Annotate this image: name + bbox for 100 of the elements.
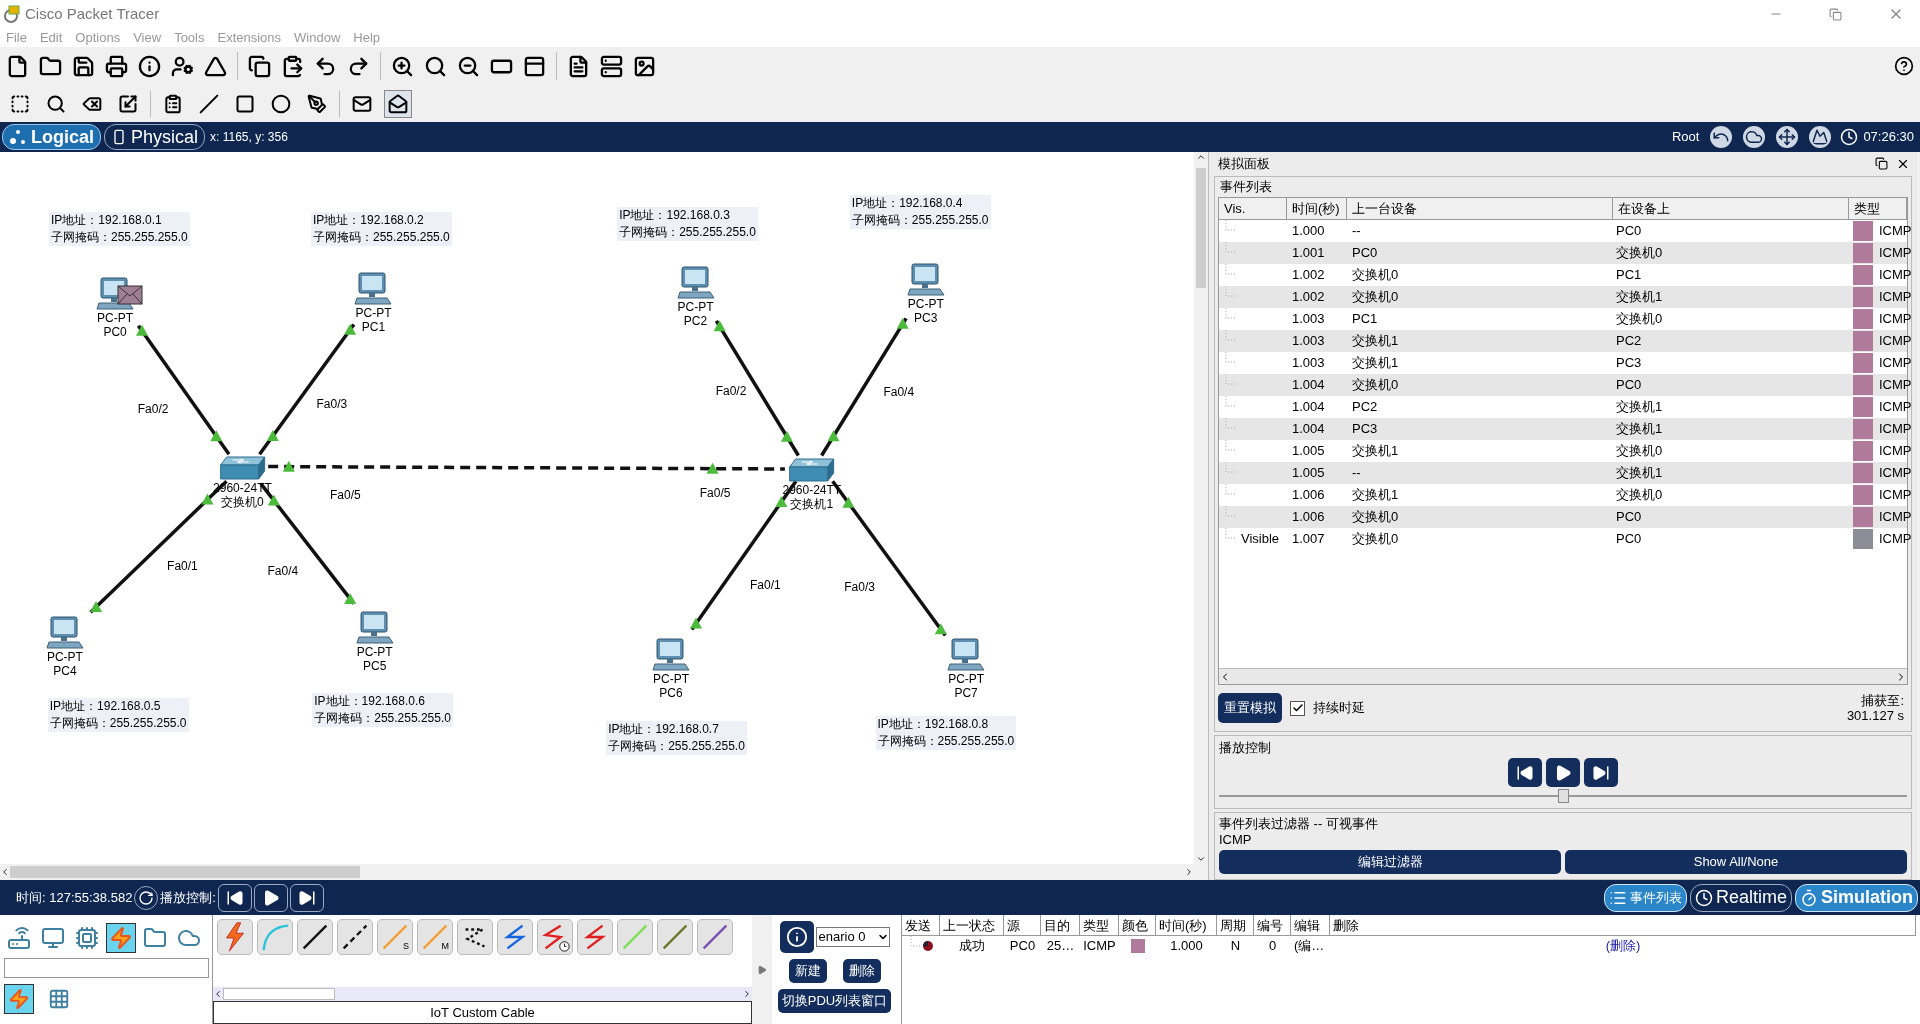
playback-slider[interactable] bbox=[1219, 789, 1907, 803]
save-icon[interactable] bbox=[72, 54, 95, 78]
column-header[interactable]: 发送 bbox=[902, 915, 940, 936]
document-icon[interactable] bbox=[567, 54, 590, 78]
cable-button[interactable] bbox=[297, 919, 333, 955]
move-icon[interactable] bbox=[1776, 126, 1799, 148]
scroll-left-icon[interactable] bbox=[0, 867, 10, 877]
tree-line bbox=[910, 936, 922, 947]
checkbox[interactable] bbox=[1290, 700, 1305, 716]
delete-link[interactable]: (删除) bbox=[1605, 936, 1641, 956]
send-icon[interactable] bbox=[922, 940, 934, 952]
mode-button[interactable]: Simulation bbox=[1795, 883, 1918, 912]
workspace-tab[interactable]: Logical bbox=[2, 124, 101, 150]
search-field[interactable] bbox=[4, 958, 209, 978]
image-icon[interactable] bbox=[633, 54, 656, 78]
edit-link[interactable]: (编… bbox=[1291, 936, 1330, 956]
device-name: 交换机0 bbox=[221, 494, 264, 509]
cable-button[interactable]: M bbox=[417, 919, 453, 955]
play-button[interactable] bbox=[254, 883, 288, 912]
reset-simulation-button[interactable]: 重置模拟 bbox=[1218, 693, 1282, 723]
zoom-reset-icon[interactable] bbox=[424, 54, 447, 78]
clock-icon[interactable] bbox=[1840, 128, 1859, 146]
info-button[interactable] bbox=[779, 921, 814, 953]
cable-line[interactable] bbox=[258, 323, 357, 456]
ip-address-text: IP地址：192.168.0.3 bbox=[619, 206, 731, 224]
scroll-thumb[interactable] bbox=[10, 866, 360, 878]
filter-button[interactable]: Show All/None bbox=[1565, 850, 1907, 874]
cable-button[interactable]: S bbox=[377, 919, 413, 955]
filter-value: ICMP bbox=[1219, 832, 1253, 848]
rectangle-icon bbox=[235, 93, 255, 114]
back-button[interactable] bbox=[1508, 758, 1542, 787]
scenario-button[interactable]: 删除 bbox=[842, 959, 881, 983]
slider-thumb[interactable] bbox=[1558, 789, 1569, 803]
triangle-icon[interactable] bbox=[204, 54, 227, 78]
mountain-icon[interactable] bbox=[1809, 126, 1832, 148]
close-icon[interactable] bbox=[1896, 157, 1910, 171]
column-header[interactable]: 时间(秒) bbox=[1156, 915, 1217, 936]
cable-line[interactable] bbox=[713, 319, 800, 457]
copy-icon[interactable] bbox=[248, 54, 271, 78]
tree-line bbox=[1225, 462, 1237, 473]
device-type-button[interactable] bbox=[4, 984, 34, 1014]
port-label: Fa0/2 bbox=[715, 382, 747, 400]
device-category-button[interactable] bbox=[106, 923, 136, 953]
filter-button[interactable]: 编辑过滤器 bbox=[1219, 850, 1561, 874]
workspace-tab[interactable]: Physical bbox=[104, 124, 206, 150]
scroll-up-icon[interactable] bbox=[1196, 152, 1206, 162]
back-button[interactable] bbox=[218, 883, 252, 912]
scroll-right-icon[interactable] bbox=[1184, 867, 1194, 877]
table-cell-text: ICMP bbox=[1879, 508, 1912, 527]
user-settings-icon[interactable] bbox=[171, 54, 194, 78]
horizontal-scrollbar[interactable] bbox=[213, 987, 752, 1001]
column-header[interactable]: 颜色 bbox=[1119, 915, 1156, 936]
scenario-button[interactable]: 新建 bbox=[788, 959, 827, 983]
mode-button[interactable]: 事件列表 bbox=[1603, 883, 1687, 912]
cloud-icon[interactable] bbox=[1743, 126, 1766, 148]
horizontal-scrollbar[interactable] bbox=[1219, 668, 1907, 684]
zoom-in-icon[interactable] bbox=[391, 54, 414, 78]
info-icon[interactable] bbox=[138, 54, 161, 78]
drawing-tool-button[interactable] bbox=[384, 89, 412, 118]
mode-button[interactable]: Realtime bbox=[1689, 883, 1792, 912]
port-label: Fa0/3 bbox=[316, 396, 348, 414]
column-header[interactable]: 周期 bbox=[1217, 915, 1254, 936]
vertical-scrollbar[interactable] bbox=[1194, 152, 1208, 864]
scroll-right-icon[interactable] bbox=[742, 989, 752, 999]
scroll-left-icon[interactable] bbox=[213, 989, 223, 999]
column-header[interactable]: 源 bbox=[1004, 915, 1041, 936]
print-icon[interactable] bbox=[105, 54, 128, 78]
column-header[interactable]: 目的 bbox=[1041, 915, 1080, 936]
forward-button[interactable] bbox=[1584, 758, 1618, 787]
cable-line[interactable] bbox=[136, 324, 231, 456]
back-icon[interactable] bbox=[1710, 126, 1733, 148]
scenario-value: enario 0 bbox=[818, 928, 866, 947]
column-header[interactable]: 编号 bbox=[1254, 915, 1291, 936]
zoom-out-icon[interactable] bbox=[457, 54, 480, 78]
cable-button[interactable] bbox=[337, 919, 373, 955]
column-header[interactable]: 删除 bbox=[1330, 915, 1916, 936]
horizontal-scrollbar[interactable] bbox=[0, 864, 1208, 880]
folder-icon bbox=[143, 926, 167, 950]
column-header[interactable]: 类型 bbox=[1080, 915, 1119, 936]
play-button[interactable] bbox=[1546, 758, 1580, 787]
panel-icon[interactable] bbox=[523, 54, 546, 78]
help-icon[interactable] bbox=[1894, 56, 1914, 76]
column-header[interactable]: 上一状态 bbox=[940, 915, 1004, 936]
open-folder-icon[interactable] bbox=[39, 54, 62, 78]
server-icon[interactable] bbox=[600, 54, 623, 78]
scroll-down-icon[interactable] bbox=[1196, 854, 1206, 864]
restore-icon[interactable] bbox=[1875, 157, 1888, 170]
toggle-pdu-button[interactable]: 切换PDU列表窗口 bbox=[777, 989, 892, 1013]
new-file-icon[interactable] bbox=[6, 54, 29, 78]
column-header[interactable]: 编辑 bbox=[1291, 915, 1330, 936]
collapse-arrow-icon[interactable] bbox=[757, 964, 767, 975]
device-model: PC-PT bbox=[97, 310, 134, 325]
paste-icon[interactable] bbox=[281, 54, 304, 78]
forward-button[interactable] bbox=[290, 883, 324, 912]
scroll-thumb[interactable] bbox=[1196, 168, 1206, 288]
scroll-thumb[interactable] bbox=[223, 988, 335, 1000]
cable-line[interactable] bbox=[268, 460, 785, 474]
scenario-select[interactable]: enario 0 bbox=[815, 927, 890, 947]
cable-button[interactable] bbox=[457, 919, 493, 955]
table-cell-text: PC3 bbox=[1351, 420, 1379, 438]
